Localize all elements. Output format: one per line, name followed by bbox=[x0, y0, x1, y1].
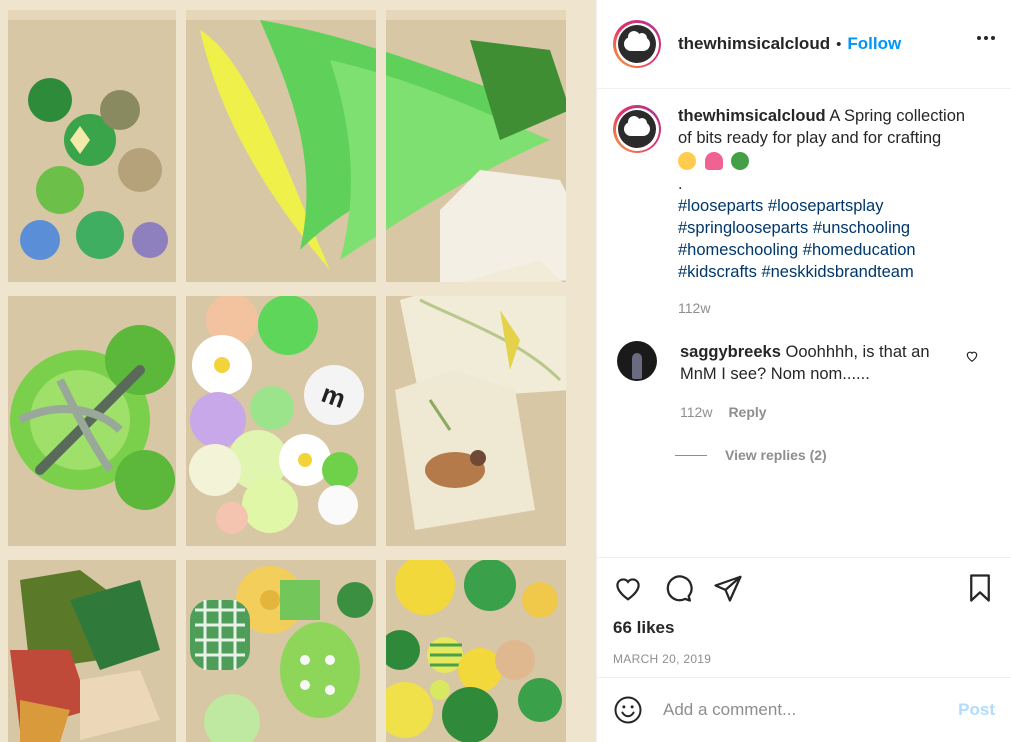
likes-count[interactable]: 66 likes bbox=[613, 618, 995, 638]
craft-box-photo: m bbox=[0, 0, 596, 742]
comment-age[interactable]: 112w bbox=[680, 401, 712, 423]
comment-composer: Post bbox=[597, 677, 1011, 742]
caption-age[interactable]: 112w bbox=[678, 297, 983, 319]
caption: thewhimsicalcloud A Spring collection of… bbox=[613, 105, 995, 319]
post-date[interactable]: MARCH 20, 2019 bbox=[613, 652, 995, 666]
reply-button[interactable]: Reply bbox=[728, 401, 766, 423]
divider-line bbox=[675, 454, 707, 456]
caption-username[interactable]: thewhimsicalcloud bbox=[678, 107, 826, 125]
deciduous-tree-icon bbox=[731, 152, 750, 170]
comment-item: saggybreeks Ooohhhh, is that an MnM I se… bbox=[613, 341, 995, 423]
post-comment-button[interactable]: Post bbox=[958, 700, 995, 720]
comment-bubble-icon[interactable] bbox=[663, 573, 693, 603]
comment-input[interactable] bbox=[663, 700, 959, 720]
cloud-logo-icon bbox=[618, 25, 656, 63]
hashtag-link[interactable]: #kidscrafts bbox=[678, 263, 757, 281]
action-bar bbox=[613, 558, 995, 618]
hashtags: #looseparts #loosepartsplay #springloose… bbox=[678, 195, 983, 283]
smiling-face-with-heart-eyes-icon bbox=[678, 152, 696, 170]
hashtag-link[interactable]: #homeschooling bbox=[678, 241, 798, 259]
hashtag-link[interactable]: #looseparts bbox=[678, 197, 763, 215]
caption-avatar[interactable] bbox=[613, 105, 661, 153]
caption-dot: . bbox=[678, 175, 683, 193]
instagram-post: m thewhimsicalcloud • Follow thewhimsica… bbox=[0, 0, 1011, 742]
hashtag-link[interactable]: #neskkidsbrandteam bbox=[761, 263, 913, 281]
commenter-avatar[interactable] bbox=[617, 341, 657, 381]
actions-area: 66 likes MARCH 20, 2019 bbox=[597, 557, 1011, 677]
follow-button[interactable]: Follow bbox=[847, 34, 901, 54]
bookmark-icon[interactable] bbox=[965, 573, 995, 603]
cloud-logo-icon bbox=[618, 110, 656, 148]
comment-username[interactable]: saggybreeks bbox=[680, 343, 781, 361]
hashtag-link[interactable]: #loosepartsplay bbox=[768, 197, 884, 215]
hashtag-link[interactable]: #unschooling bbox=[813, 219, 910, 237]
header-username[interactable]: thewhimsicalcloud bbox=[678, 34, 830, 54]
avatar[interactable] bbox=[613, 20, 661, 68]
caption-emojis bbox=[678, 151, 983, 173]
share-paper-plane-icon[interactable] bbox=[713, 573, 743, 603]
separator-dot: • bbox=[836, 35, 842, 53]
tulip-icon bbox=[704, 152, 723, 170]
like-heart-icon[interactable] bbox=[613, 573, 643, 603]
comments-list[interactable]: thewhimsicalcloud A Spring collection of… bbox=[597, 89, 1011, 557]
post-header: thewhimsicalcloud • Follow bbox=[597, 0, 1011, 89]
hashtag-link[interactable]: #homeducation bbox=[803, 241, 916, 259]
hashtag-link[interactable]: #springlooseparts bbox=[678, 219, 808, 237]
post-image[interactable]: m bbox=[0, 0, 596, 742]
emoji-smiley-icon[interactable] bbox=[613, 695, 643, 725]
like-comment-heart-icon[interactable] bbox=[965, 349, 979, 363]
view-replies-button[interactable]: View replies (2) bbox=[613, 447, 995, 463]
post-sidebar: thewhimsicalcloud • Follow thewhimsicalc… bbox=[596, 0, 1011, 742]
more-options-icon[interactable] bbox=[977, 36, 995, 40]
